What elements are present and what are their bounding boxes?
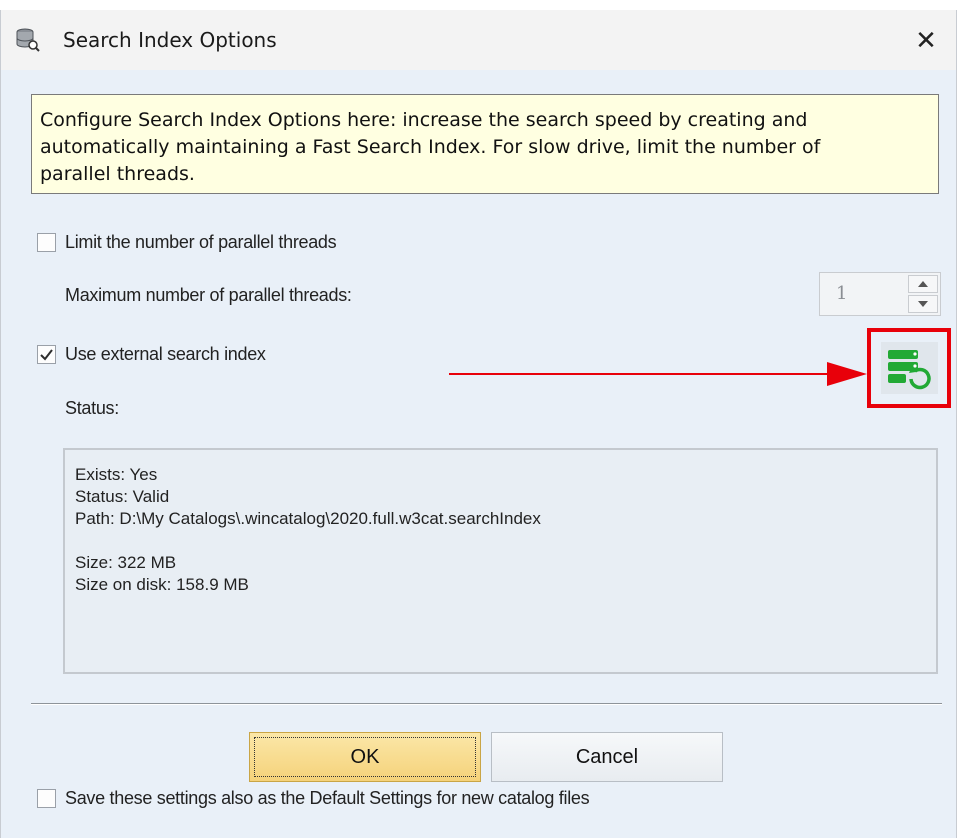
spinner-buttons bbox=[908, 275, 938, 313]
max-threads-value[interactable]: 1 bbox=[836, 283, 847, 304]
database-search-icon bbox=[15, 28, 41, 52]
status-text-area[interactable]: Exists: Yes Status: Valid Path: D:\My Ca… bbox=[63, 448, 938, 674]
status-line: Path: D:\My Catalogs\.wincatalog\2020.fu… bbox=[75, 509, 541, 528]
cancel-button-label: Cancel bbox=[575, 745, 639, 768]
limit-threads-label[interactable]: Limit the number of parallel threads bbox=[65, 232, 337, 253]
status-line: Size on disk: 158.9 MB bbox=[75, 575, 249, 594]
annotation-highlight-box bbox=[867, 328, 951, 408]
focus-rectangle bbox=[254, 737, 476, 777]
external-index-label[interactable]: Use external search index bbox=[65, 344, 266, 365]
chevron-up-icon bbox=[918, 281, 928, 287]
info-line: automatically maintaining a Fast Search … bbox=[40, 136, 821, 158]
divider bbox=[31, 703, 942, 705]
max-threads-spinner[interactable]: 1 bbox=[819, 272, 941, 316]
save-default-checkbox[interactable] bbox=[37, 789, 56, 808]
checkmark-icon bbox=[40, 349, 53, 361]
status-line: Status: Valid bbox=[75, 487, 170, 506]
dialog-window: Search Index Options ✕ Configure Search … bbox=[0, 10, 957, 838]
close-icon: ✕ bbox=[915, 24, 937, 55]
status-line: Exists: Yes bbox=[75, 465, 158, 484]
ok-button[interactable]: OK bbox=[249, 732, 481, 782]
info-banner: Configure Search Index Options here: inc… bbox=[31, 94, 939, 194]
status-label: Status: bbox=[65, 398, 119, 418]
status-line: Size: 322 MB bbox=[75, 553, 177, 572]
info-line: parallel threads. bbox=[40, 163, 195, 185]
info-line: Configure Search Index Options here: inc… bbox=[40, 109, 808, 131]
window-title: Search Index Options bbox=[63, 28, 277, 52]
cancel-button[interactable]: Cancel bbox=[491, 732, 723, 782]
external-index-checkbox[interactable] bbox=[37, 345, 56, 364]
close-button[interactable]: ✕ bbox=[896, 10, 956, 70]
annotation-arrow bbox=[449, 362, 867, 386]
limit-threads-checkbox[interactable] bbox=[37, 233, 56, 252]
chevron-down-icon bbox=[918, 301, 928, 307]
spinner-up-button[interactable] bbox=[908, 275, 938, 293]
max-threads-label: Maximum number of parallel threads: bbox=[65, 285, 352, 305]
spinner-down-button[interactable] bbox=[908, 295, 938, 313]
title-bar[interactable]: Search Index Options ✕ bbox=[1, 10, 956, 70]
save-default-label[interactable]: Save these settings also as the Default … bbox=[65, 788, 590, 809]
status-line bbox=[75, 530, 926, 552]
